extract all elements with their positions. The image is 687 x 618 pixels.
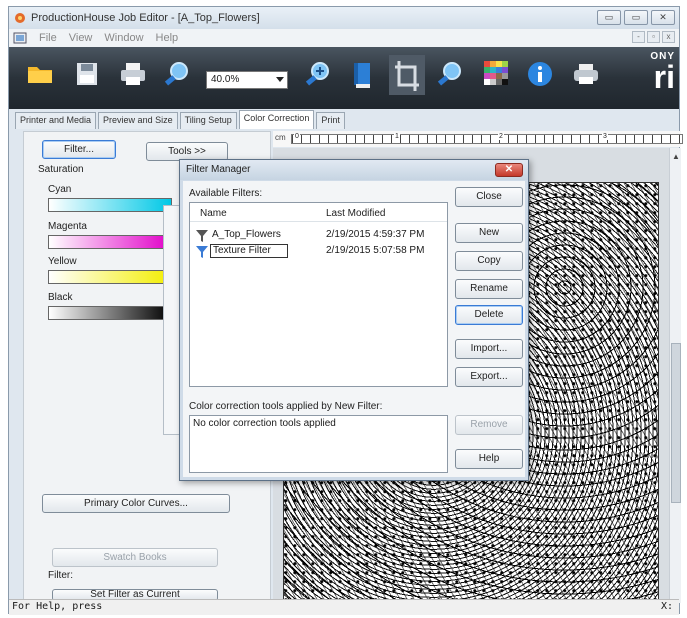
minimize-button[interactable]: ▭ (597, 10, 621, 25)
close-button[interactable]: Close (455, 187, 523, 207)
status-help-text: For Help, press (12, 601, 103, 612)
book-icon[interactable] (351, 61, 373, 89)
filter-name-edit-field[interactable]: Texture Filter (210, 244, 288, 258)
tab-print[interactable]: Print (316, 112, 345, 129)
dialog-close-button[interactable]: ✕ (495, 163, 523, 177)
zoom-level-select[interactable]: 40.0% (206, 71, 288, 89)
save-icon[interactable] (75, 61, 99, 87)
import-button[interactable]: Import... (455, 339, 523, 359)
filter-modified: 2/19/2015 4:59:37 PM (326, 229, 425, 240)
black-label: Black (48, 292, 73, 303)
yellow-label: Yellow (48, 256, 77, 267)
scroll-up-icon[interactable]: ▲ (672, 152, 680, 161)
ruler-label-1: 1 (394, 133, 400, 140)
copy-button[interactable]: Copy (455, 251, 523, 271)
mdi-close-button[interactable]: x (662, 31, 675, 43)
info-icon[interactable] (527, 61, 553, 87)
printer-queue-icon[interactable] (572, 61, 600, 87)
maximize-button[interactable]: ▭ (624, 10, 648, 25)
horizontal-ruler: cm 0 1 2 3 (273, 131, 683, 147)
swatch-books-button[interactable]: Swatch Books (52, 548, 218, 567)
delete-button[interactable]: Delete (455, 305, 523, 325)
tab-color-correction[interactable]: Color Correction (238, 110, 315, 129)
mdi-restore-button[interactable]: ▫ (647, 31, 660, 43)
main-toolbar: 40.0% ONY ri (9, 47, 679, 109)
tools-applied-text: No color correction tools applied (193, 418, 336, 429)
job-editor-window: ProductionHouse Job Editor - [A_Top_Flow… (8, 6, 683, 615)
yellow-slider[interactable] (48, 270, 172, 284)
rename-button[interactable]: Rename (455, 279, 523, 299)
filter-icon (196, 246, 208, 258)
remove-button[interactable]: Remove (455, 415, 523, 435)
chevron-down-icon (276, 77, 284, 82)
available-filters-label: Available Filters: (189, 188, 263, 199)
document-icon (13, 32, 27, 44)
menu-file[interactable]: File (39, 32, 57, 44)
tools-applied-label: Color correction tools applied by New Fi… (189, 401, 383, 412)
window-title: ProductionHouse Job Editor - [A_Top_Flow… (31, 12, 260, 24)
search-icon[interactable] (437, 61, 463, 87)
filter-list[interactable]: Name Last Modified A_Top_Flowers 2/19/20… (189, 202, 448, 387)
menu-view[interactable]: View (69, 32, 93, 44)
menu-bar: File View Window Help - ▫ x (9, 29, 679, 47)
status-coordinates: X: (660, 601, 673, 612)
zoom-in-icon[interactable] (305, 61, 331, 87)
filter-row[interactable]: A_Top_Flowers 2/19/2015 4:59:37 PM (196, 229, 444, 243)
filter-button[interactable]: Filter... (42, 140, 116, 159)
filter-name: A_Top_Flowers (212, 229, 281, 240)
zoom-icon[interactable] (164, 61, 190, 87)
color-grid-icon[interactable] (484, 61, 508, 85)
header-divider (190, 221, 447, 222)
new-button[interactable]: New (455, 223, 523, 243)
tab-bar: Printer and Media Preview and Size Tilin… (15, 110, 347, 129)
dialog-title: Filter Manager (180, 160, 528, 180)
black-slider[interactable] (48, 306, 172, 320)
brand-logo: ONY ri (650, 51, 675, 95)
filter-manager-dialog: Filter Manager ✕ Available Filters: Name… (179, 159, 529, 481)
filter-modified: 2/19/2015 5:07:58 PM (326, 245, 425, 256)
cyan-slider[interactable] (48, 198, 172, 212)
cyan-label: Cyan (48, 184, 72, 195)
help-button[interactable]: Help (455, 449, 523, 469)
status-bar: For Help, press X: (9, 599, 679, 615)
ruler-scale: 0 1 2 3 (291, 133, 683, 144)
crop-icon[interactable] (389, 55, 425, 95)
scrollbar-thumb[interactable] (671, 343, 681, 503)
menu-help[interactable]: Help (156, 32, 179, 44)
ruler-label-2: 2 (498, 133, 504, 140)
magenta-label: Magenta (48, 221, 87, 232)
dialog-body: Available Filters: Name Last Modified A_… (183, 181, 525, 477)
tab-printer-and-media[interactable]: Printer and Media (15, 112, 97, 129)
vertical-scrollbar[interactable]: ▲ (669, 148, 681, 603)
filter-row[interactable]: Texture Filter 2/19/2015 5:07:58 PM (196, 244, 444, 259)
column-name-header[interactable]: Name (200, 208, 227, 219)
filter-icon (196, 230, 208, 242)
tools-applied-box: No color correction tools applied (189, 415, 448, 473)
magenta-slider[interactable] (48, 235, 172, 249)
ruler-label-3: 3 (602, 133, 608, 140)
tab-preview-and-size[interactable]: Preview and Size (98, 112, 178, 129)
print-icon[interactable] (119, 61, 147, 87)
saturation-label: Saturation (38, 164, 84, 175)
app-icon (15, 13, 25, 23)
ruler-unit: cm (275, 133, 286, 142)
mdi-minimize-button[interactable]: - (632, 31, 645, 43)
tab-tiling-setup[interactable]: Tiling Setup (179, 112, 237, 129)
open-folder-icon[interactable] (27, 61, 53, 85)
export-button[interactable]: Export... (455, 367, 523, 387)
menu-window[interactable]: Window (104, 32, 143, 44)
zoom-level-value: 40.0% (211, 74, 240, 85)
primary-color-curves-button[interactable]: Primary Color Curves... (42, 494, 230, 513)
filter-label: Filter: (48, 570, 73, 581)
title-bar: ProductionHouse Job Editor - [A_Top_Flow… (9, 7, 679, 29)
ruler-label-0: 0 (294, 133, 300, 140)
close-window-button[interactable]: ✕ (651, 10, 675, 25)
column-modified-header[interactable]: Last Modified (326, 208, 385, 219)
